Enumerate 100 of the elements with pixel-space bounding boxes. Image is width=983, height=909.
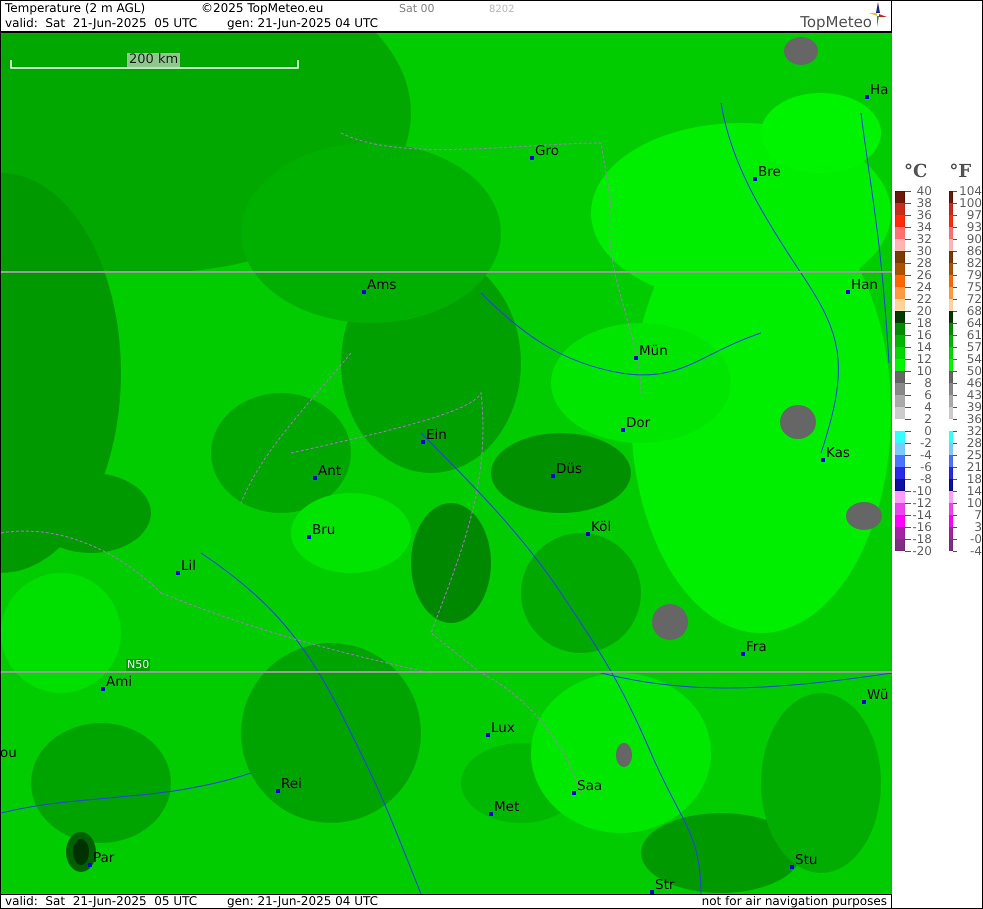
fahrenheit-label: 39 xyxy=(966,400,982,413)
celsius-label: -14 xyxy=(911,508,932,521)
celsius-label: -6 xyxy=(918,460,932,473)
city-marker-icon xyxy=(88,862,92,866)
fahrenheit-label: 97 xyxy=(966,208,982,221)
celsius-label: -20 xyxy=(911,544,932,557)
city-marker-icon xyxy=(790,864,794,868)
city-label: Rei xyxy=(281,778,302,792)
fahrenheit-label: -4 xyxy=(969,544,982,557)
city-label: Ami xyxy=(106,676,132,690)
logo-text: TopMeteo xyxy=(800,15,872,30)
city-marker-icon xyxy=(572,790,576,794)
fahrenheit-label: 90 xyxy=(966,232,982,245)
generated-time-text: gen: 21-Jun-2025 04 UTC xyxy=(227,894,378,909)
fahrenheit-label: 50 xyxy=(966,364,982,377)
city-label: Par xyxy=(93,852,114,866)
celsius-label: 18 xyxy=(916,316,932,329)
city-marker-icon xyxy=(741,652,745,656)
fahrenheit-label: 57 xyxy=(966,340,982,353)
city-marker-icon xyxy=(362,290,366,294)
city-marker-icon xyxy=(421,440,425,444)
fahrenheit-label: 64 xyxy=(966,316,982,329)
fahrenheit-label: 68 xyxy=(966,304,982,317)
fahrenheit-label: 10 xyxy=(966,496,982,509)
fahrenheit-header: °F xyxy=(949,161,972,183)
valid-time-text: valid: Sat 21-Jun-2025 05 UTC xyxy=(5,16,198,31)
scale-label: 200 km xyxy=(127,53,180,67)
celsius-label: 16 xyxy=(916,328,932,341)
city-marker-icon xyxy=(821,458,825,462)
fahrenheit-label: 18 xyxy=(966,472,982,485)
city-label: Ein xyxy=(426,429,447,442)
city-label: Bru xyxy=(312,524,336,538)
fahrenheit-label: 72 xyxy=(966,292,982,305)
city-marker-icon xyxy=(650,890,654,894)
celsius-label: 30 xyxy=(916,244,932,257)
celsius-label: -10 xyxy=(911,484,932,497)
city-label: ou xyxy=(1,747,17,760)
run-label: Sat 00 xyxy=(399,2,436,16)
celsius-label: -16 xyxy=(911,520,932,533)
celsius-label: -12 xyxy=(911,496,932,509)
celsius-label: 2 xyxy=(923,412,932,425)
city-label: Kas xyxy=(826,447,850,460)
celsius-label: 6 xyxy=(923,388,932,401)
fahrenheit-label: 75 xyxy=(966,280,982,293)
valid-time-text: valid: Sat 21-Jun-2025 05 UTC xyxy=(5,894,198,909)
city-label: Lil xyxy=(181,560,196,574)
compass-star-icon xyxy=(869,2,887,28)
fahrenheit-label: 104 xyxy=(958,184,982,197)
city-label: Saa xyxy=(577,780,602,794)
copyright-text: ©2025 TopMeteo.eu xyxy=(201,1,324,16)
city-marker-icon xyxy=(621,428,625,432)
city-marker-icon xyxy=(313,476,317,480)
celsius-label: 36 xyxy=(916,208,932,221)
fahrenheit-label: 54 xyxy=(966,352,982,365)
celsius-label: 12 xyxy=(916,352,932,365)
celsius-label: 28 xyxy=(916,256,932,269)
city-marker-icon xyxy=(486,732,490,736)
fahrenheit-label: 61 xyxy=(966,328,982,341)
city-marker-icon xyxy=(101,686,105,690)
city-label: Ams xyxy=(367,279,396,292)
city-label: Düs xyxy=(556,463,582,476)
fahrenheit-label: 43 xyxy=(966,388,982,401)
fahrenheit-label: 79 xyxy=(966,268,982,281)
city-label: Ant xyxy=(318,465,342,478)
celsius-label: 0 xyxy=(923,424,932,437)
celsius-label: 26 xyxy=(916,268,932,281)
fahrenheit-label: 32 xyxy=(966,424,982,437)
city-label: Ha xyxy=(870,84,888,98)
fahrenheit-label: -0 xyxy=(969,532,982,545)
celsius-label: 34 xyxy=(916,220,932,233)
city-label: Gro xyxy=(535,145,559,158)
celsius-label: 10 xyxy=(916,364,932,377)
city-label: Fra xyxy=(746,641,767,654)
city-marker-icon xyxy=(865,94,869,98)
city-marker-icon xyxy=(862,700,866,704)
fahrenheit-label: 14 xyxy=(966,484,982,497)
fahrenheit-label: 25 xyxy=(966,448,982,461)
celsius-label: -18 xyxy=(911,532,932,545)
city-marker-icon xyxy=(551,474,555,478)
city-marker-icon xyxy=(489,812,493,816)
city-marker-icon xyxy=(176,570,180,574)
city-marker-icon xyxy=(634,356,638,360)
city-label: Wü xyxy=(867,689,888,702)
city-label: Köl xyxy=(591,521,612,534)
celsius-label: -4 xyxy=(918,448,932,461)
city-marker-icon xyxy=(846,290,850,294)
city-label: Lux xyxy=(491,722,515,736)
map-title: Temperature (2 m AGL) xyxy=(5,1,146,16)
city-label: Dor xyxy=(626,417,650,430)
city-label: Han xyxy=(851,279,878,292)
city-label: Str xyxy=(655,879,674,892)
fahrenheit-label: 21 xyxy=(966,460,982,473)
fahrenheit-label: 46 xyxy=(966,376,982,389)
city-label: Mün xyxy=(639,345,668,358)
fahrenheit-label: 36 xyxy=(966,412,982,425)
celsius-label: 40 xyxy=(916,184,932,197)
city-marker-icon xyxy=(276,788,280,792)
city-label: Bre xyxy=(758,166,781,180)
fahrenheit-label: 93 xyxy=(966,220,982,233)
fahrenheit-label: 28 xyxy=(966,436,982,449)
